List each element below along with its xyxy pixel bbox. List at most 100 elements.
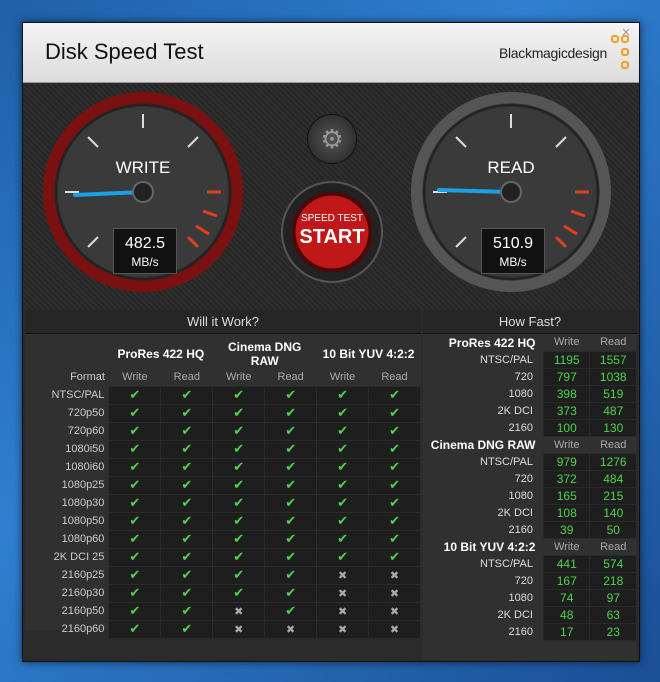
read-speed: 519 <box>589 384 637 403</box>
format-label: 1080 <box>508 387 533 400</box>
checkmark-icon: ✔ <box>233 387 245 403</box>
compat-cell: ✔ <box>108 421 162 441</box>
compat-cell: ✔ <box>368 421 421 441</box>
table-row: NTSC/PAL 1195 1557 <box>423 350 637 369</box>
read-speed: 487 <box>589 401 637 420</box>
write-speed: 100 <box>542 418 591 437</box>
read-column-header: Read <box>600 438 627 451</box>
compat-cell: ✔ <box>108 529 162 549</box>
checkmark-icon: ✔ <box>233 585 245 601</box>
checkmark-icon: ✔ <box>129 405 141 421</box>
compat-cell: ✔ <box>160 457 214 477</box>
table-row: 2K DCI 108 140 <box>423 503 637 522</box>
checkmark-icon: ✔ <box>181 603 193 619</box>
settings-gear-icon[interactable]: ⚙ <box>307 114 357 164</box>
compat-cell: ✔ <box>160 475 214 495</box>
checkmark-icon: ✔ <box>337 477 349 493</box>
table-row: 720p50 ✔ ✔ ✔ ✔ ✔ ✔ <box>25 403 421 423</box>
checkmark-icon: ✔ <box>181 477 193 493</box>
table-row: 2160 100 130 <box>423 418 637 437</box>
write-speed: 165 <box>542 486 591 505</box>
compat-cell: ✔ <box>160 439 214 459</box>
cross-icon: ✖ <box>337 604 348 618</box>
format-label: 1080p30 <box>61 497 105 509</box>
cross-icon: ✖ <box>234 622 244 636</box>
compat-cell: ✔ <box>316 529 370 549</box>
group-prores: ProRes 422 HQ <box>117 347 205 361</box>
table-row: 2K DCI 373 487 <box>423 401 637 420</box>
checkmark-icon: ✔ <box>389 441 400 457</box>
checkmark-icon: ✔ <box>389 423 400 439</box>
checkmark-icon: ✔ <box>181 459 193 475</box>
compat-cell: ✔ <box>316 475 370 495</box>
write-column-header: Write <box>554 438 580 451</box>
table-row: 1080 165 215 <box>423 486 637 505</box>
checkmark-icon: ✔ <box>389 549 400 565</box>
compat-cell: ✔ <box>368 439 421 459</box>
table-row: 720 372 484 <box>423 469 637 488</box>
compat-cell: ✖ <box>368 601 421 621</box>
compat-cell: ✔ <box>212 511 266 531</box>
read-gauge-label: READ <box>487 158 535 177</box>
format-label: 2K DCI <box>497 404 533 417</box>
checkmark-icon: ✔ <box>233 549 245 565</box>
group-10bit-yuv: 10 Bit YUV 4:2:2 <box>322 347 415 361</box>
checkmark-icon: ✔ <box>389 495 400 511</box>
checkmark-icon: ✔ <box>233 477 245 493</box>
compat-cell: ✔ <box>212 565 266 585</box>
compat-cell: ✔ <box>108 385 162 405</box>
format-label: 1080p60 <box>61 533 105 545</box>
compat-cell: ✔ <box>160 421 214 441</box>
checkmark-icon: ✔ <box>181 405 193 421</box>
read-speed: 97 <box>589 588 637 607</box>
compat-cell: ✔ <box>108 403 162 423</box>
group-name: Cinema DNG RAW <box>430 437 536 452</box>
compat-cell: ✔ <box>264 511 318 531</box>
compat-cell: ✔ <box>160 493 214 513</box>
compat-cell: ✔ <box>212 457 266 477</box>
write-speed-unit: MB/s <box>131 255 159 269</box>
cross-icon: ✖ <box>337 568 348 582</box>
checkmark-icon: ✔ <box>181 621 193 637</box>
write-speed: 373 <box>542 401 591 420</box>
compat-cell: ✔ <box>316 493 370 513</box>
checkmark-icon: ✔ <box>389 387 400 403</box>
write-column-header: Write <box>329 370 356 383</box>
compat-cell: ✔ <box>212 547 266 567</box>
format-label: NTSC/PAL <box>480 353 533 366</box>
brand-name: Blackmagicdesign <box>498 45 607 61</box>
compat-cell: ✔ <box>160 583 214 603</box>
compat-cell: ✔ <box>108 565 162 585</box>
format-label: 720p60 <box>67 425 105 437</box>
write-gauge-label: WRITE <box>115 158 171 177</box>
compat-cell: ✔ <box>160 565 214 585</box>
checkmark-icon: ✔ <box>337 495 349 511</box>
table-row: 2160 17 23 <box>423 622 637 641</box>
checkmark-icon: ✔ <box>285 549 297 565</box>
table-row: 720 797 1038 <box>423 367 637 386</box>
checkmark-icon: ✔ <box>337 441 349 457</box>
table-row: 1080p30 ✔ ✔ ✔ ✔ ✔ ✔ <box>25 493 421 513</box>
gauge-area: WRITE 482.5 MB/s ⚙ SPEED TEST START READ… <box>23 84 639 310</box>
checkmark-icon: ✔ <box>285 495 297 511</box>
checkmark-icon: ✔ <box>181 387 193 403</box>
checkmark-icon: ✔ <box>389 405 400 421</box>
compat-cell: ✔ <box>108 493 162 513</box>
format-label: 2160 <box>508 421 533 434</box>
start-button[interactable]: SPEED TEST START <box>281 181 383 283</box>
close-icon[interactable]: × <box>619 25 633 39</box>
compat-cell: ✔ <box>264 565 318 585</box>
cross-icon: ✖ <box>389 604 400 618</box>
compat-cell: ✖ <box>316 601 370 621</box>
compat-cell: ✔ <box>108 601 162 621</box>
write-speed: 398 <box>542 384 591 403</box>
read-speed: 1276 <box>589 452 637 471</box>
compat-cell: ✔ <box>160 529 214 549</box>
compat-cell: ✖ <box>368 583 421 603</box>
checkmark-icon: ✔ <box>181 513 193 529</box>
checkmark-icon: ✔ <box>285 423 297 439</box>
compat-cell: ✔ <box>212 583 266 603</box>
read-gauge: READ 510.9 MB/s <box>411 92 611 292</box>
compat-cell: ✔ <box>212 385 266 405</box>
cross-icon: ✖ <box>286 622 296 636</box>
